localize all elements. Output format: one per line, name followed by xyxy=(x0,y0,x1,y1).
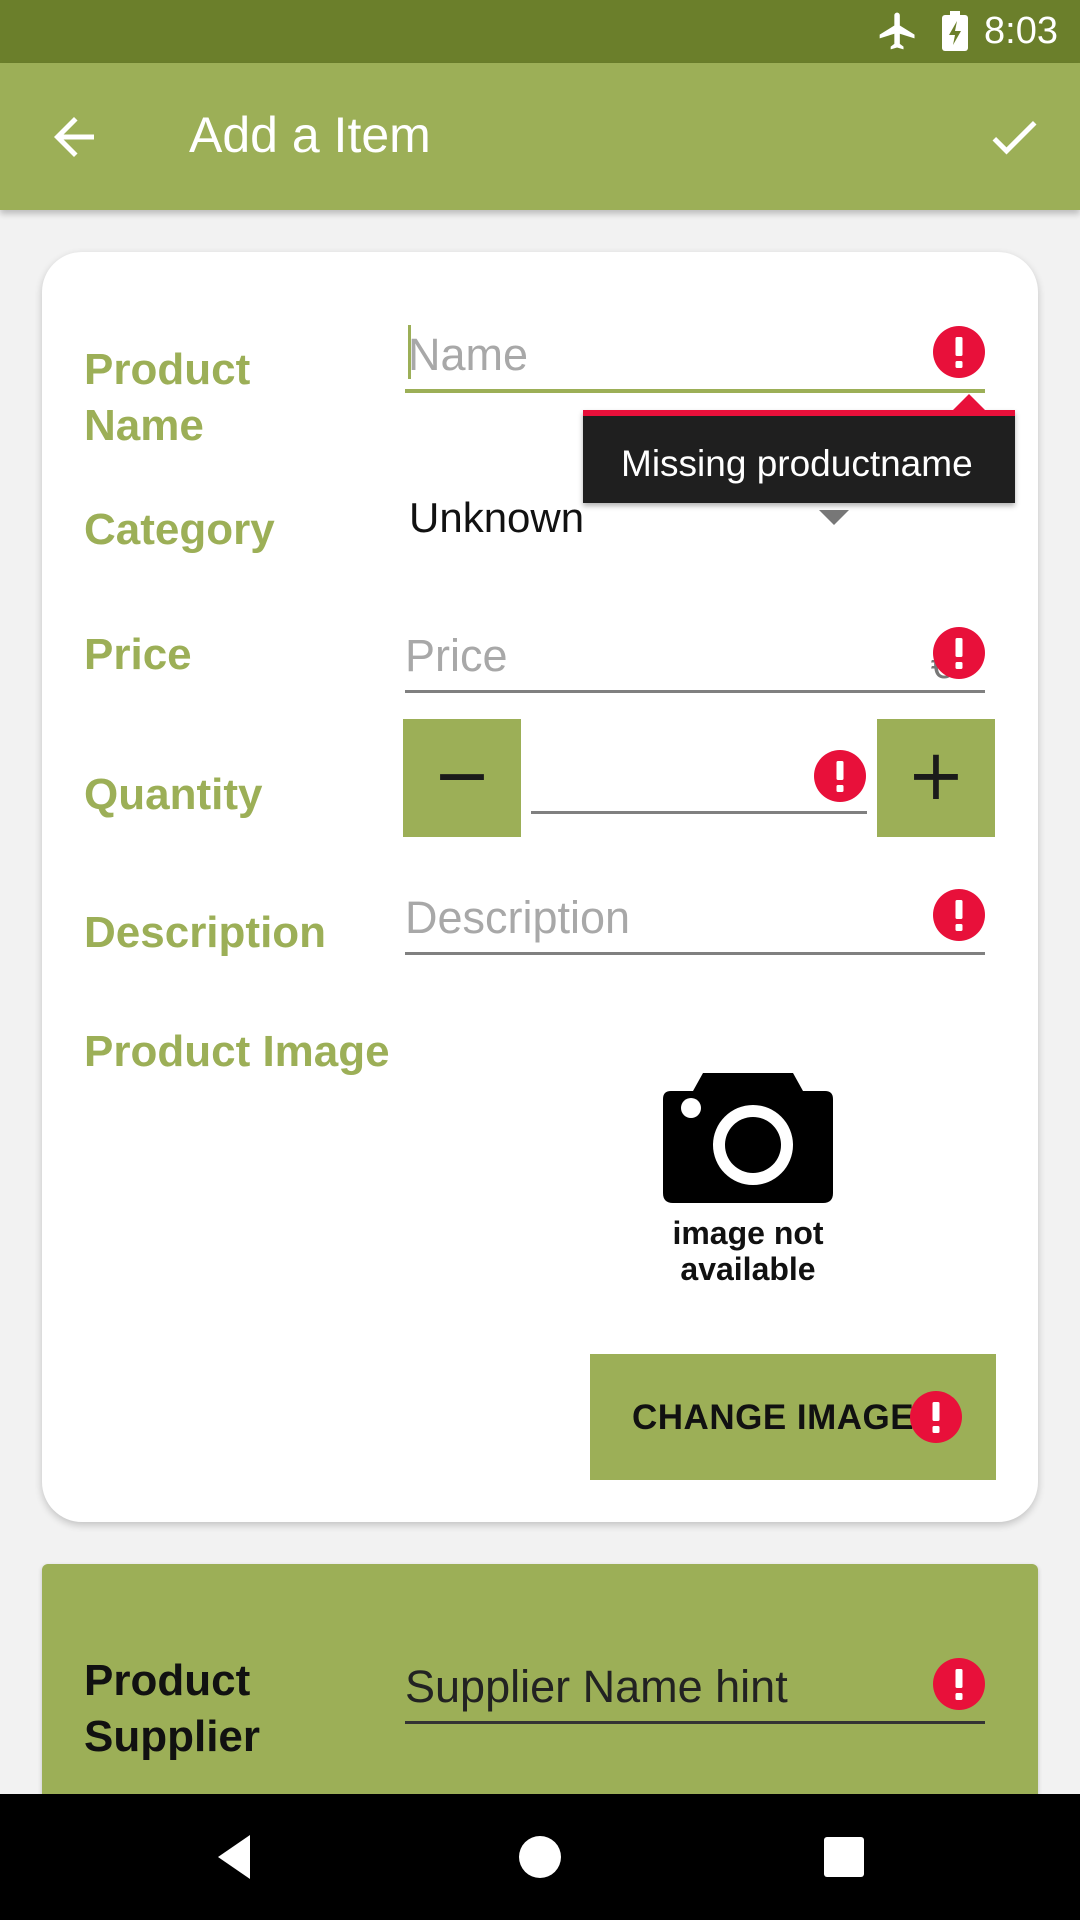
error-icon xyxy=(910,1391,962,1443)
error-icon xyxy=(933,627,985,679)
camera-icon xyxy=(663,1073,833,1203)
supplier-name-input[interactable]: Supplier Name hint xyxy=(405,1652,985,1724)
error-message: Missing productname xyxy=(621,443,973,484)
price-label: Price xyxy=(84,630,192,679)
price-input[interactable]: Price € xyxy=(405,621,985,693)
product-name-label: Product Name xyxy=(84,345,251,450)
back-triangle-icon[interactable] xyxy=(206,1827,266,1887)
home-circle-icon[interactable] xyxy=(510,1827,570,1887)
category-select[interactable]: Unknown xyxy=(409,494,584,542)
price-placeholder: Price xyxy=(405,630,508,681)
error-icon xyxy=(933,889,985,941)
decrement-button[interactable]: − xyxy=(403,719,521,837)
system-nav-bar xyxy=(0,1794,1080,1920)
arrow-left-icon[interactable] xyxy=(44,107,104,167)
check-icon[interactable] xyxy=(984,107,1044,167)
product-name-input[interactable]: Name xyxy=(405,320,985,393)
change-image-label: CHANGE IMAGE xyxy=(632,1398,915,1437)
supplier-name-placeholder: Supplier Name hint xyxy=(405,1661,788,1712)
dropdown-arrow-icon[interactable] xyxy=(819,510,849,525)
category-label: Category xyxy=(84,505,275,554)
battery-charging-icon xyxy=(942,11,968,51)
page-title: Add a Item xyxy=(189,107,431,163)
airplane-icon xyxy=(879,12,915,50)
status-bar: 8:03 xyxy=(0,0,1080,63)
tooltip-pointer xyxy=(953,394,985,410)
screen: 8:03 Add a Item Product Name Name Missin… xyxy=(0,0,1080,1920)
description-placeholder: Description xyxy=(405,892,631,943)
error-icon xyxy=(933,326,985,378)
error-icon xyxy=(933,1658,985,1710)
error-icon xyxy=(814,750,866,802)
product-name-placeholder: Name xyxy=(408,329,529,380)
supplier-label: Product Supplier xyxy=(84,1656,261,1761)
product-image-label: Product Image xyxy=(84,1027,390,1076)
description-label: Description xyxy=(84,908,327,957)
change-image-button[interactable]: CHANGE IMAGE xyxy=(590,1354,996,1480)
description-input[interactable]: Description xyxy=(405,883,985,955)
error-tooltip: Missing productname xyxy=(583,394,1015,503)
quantity-label: Quantity xyxy=(84,770,263,819)
app-bar: Add a Item xyxy=(0,63,1080,210)
increment-button[interactable]: + xyxy=(877,719,995,837)
image-unavailable-text: image not available xyxy=(672,1215,824,1287)
clock: 8:03 xyxy=(984,10,1058,52)
recents-square-icon[interactable] xyxy=(814,1827,874,1887)
